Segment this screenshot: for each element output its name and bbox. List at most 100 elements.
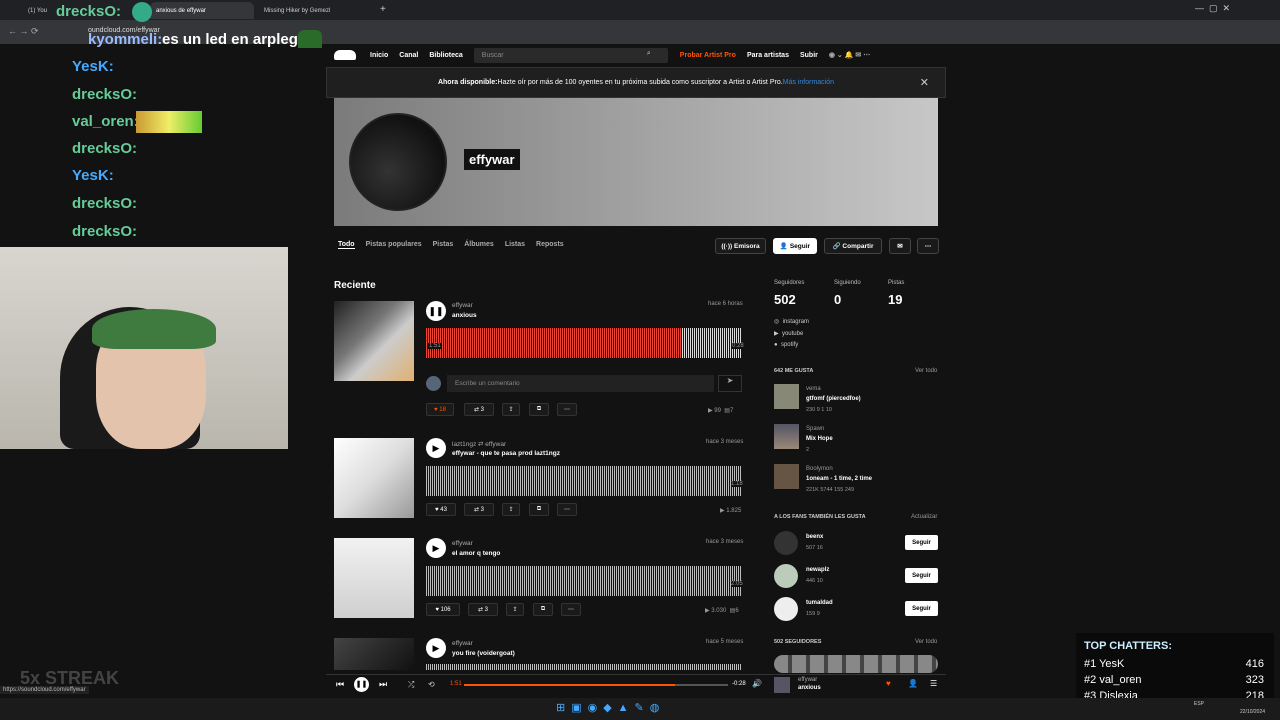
station-button[interactable]: ((·)) Emisora bbox=[715, 238, 766, 254]
waveform[interactable] bbox=[426, 466, 742, 496]
tab-playlists[interactable]: Listas bbox=[505, 241, 525, 249]
play-button[interactable]: ▶ bbox=[426, 438, 446, 458]
likes-see-all[interactable]: Ver todo bbox=[915, 368, 937, 374]
queue-icon[interactable]: ☰ bbox=[930, 679, 937, 688]
fan-user[interactable]: tumaldad bbox=[806, 600, 833, 606]
more-icon[interactable]: ⋯ bbox=[561, 603, 581, 616]
search-input[interactable]: Buscar ⌕ bbox=[473, 47, 668, 63]
taskbar-icons[interactable]: ⊞▣◉◆▲✎◍ bbox=[556, 701, 665, 714]
stat-tracks[interactable]: 19 bbox=[888, 292, 902, 307]
track-artwork[interactable] bbox=[334, 301, 414, 381]
track-artwork[interactable] bbox=[334, 438, 414, 518]
liked-title[interactable]: gtfomf (piercedfoe) bbox=[806, 396, 861, 402]
close-icon[interactable]: ✕ bbox=[920, 76, 929, 89]
lang-indicator[interactable]: ESP bbox=[1194, 701, 1204, 707]
player-artwork[interactable] bbox=[774, 677, 790, 693]
nav-library[interactable]: Biblioteca bbox=[429, 52, 462, 59]
follow-button[interactable]: Seguir bbox=[905, 568, 938, 583]
nav-feed[interactable]: Canal bbox=[399, 52, 418, 59]
volume-icon[interactable]: 🔊 bbox=[752, 679, 762, 688]
repost-button[interactable]: ⇄ 3 bbox=[468, 603, 498, 616]
pause-button[interactable]: ❚❚ bbox=[354, 677, 369, 692]
track-title[interactable]: el amor q tengo bbox=[452, 550, 500, 557]
waveform[interactable] bbox=[426, 328, 742, 358]
nav-icons[interactable]: ◉ ⌄ 🔔 ✉ ⋯ bbox=[829, 51, 870, 59]
more-icon[interactable]: ⋯ bbox=[557, 503, 577, 516]
follower-avatars[interactable] bbox=[774, 655, 938, 673]
avatar[interactable] bbox=[774, 564, 798, 588]
progress-track[interactable] bbox=[464, 684, 728, 686]
liked-user[interactable]: Spawn bbox=[806, 426, 824, 432]
copy-icon[interactable]: ⧉ bbox=[529, 403, 549, 416]
followers-see-all[interactable]: Ver todo bbox=[915, 639, 937, 645]
comment-input[interactable]: Escribe un comentario bbox=[447, 375, 714, 392]
like-button[interactable]: ♥ 18 bbox=[426, 403, 454, 416]
artists-link[interactable]: Para artistas bbox=[747, 52, 789, 59]
link-instagram[interactable]: ◎ instagram bbox=[774, 318, 809, 325]
liked-title[interactable]: 1oneam - 1 time, 2 time bbox=[806, 476, 872, 482]
copy-icon[interactable]: ⧉ bbox=[529, 503, 549, 516]
liked-user[interactable]: vema bbox=[806, 386, 821, 392]
follow-icon[interactable]: 👤 bbox=[908, 679, 918, 688]
track-user[interactable]: effywar bbox=[452, 302, 473, 309]
banner-link[interactable]: Más información bbox=[783, 79, 834, 86]
liked-artwork[interactable] bbox=[774, 464, 799, 489]
avatar[interactable] bbox=[349, 113, 447, 211]
waveform[interactable] bbox=[426, 566, 742, 596]
avatar[interactable] bbox=[774, 597, 798, 621]
shuffle-icon[interactable]: ⤮ bbox=[408, 680, 414, 690]
more-icon[interactable]: ⋯ bbox=[557, 403, 577, 416]
track-user[interactable]: lazt1ngz ⇄ effywar bbox=[452, 440, 506, 448]
liked-artwork[interactable] bbox=[774, 384, 799, 409]
stat-following[interactable]: 0 bbox=[834, 292, 841, 307]
new-tab-button[interactable]: + bbox=[380, 4, 386, 15]
prev-icon[interactable]: ⏮ bbox=[336, 679, 344, 690]
link-youtube[interactable]: ▶ youtube bbox=[774, 330, 803, 337]
link-spotify[interactable]: ● spotify bbox=[774, 342, 798, 348]
track-artwork[interactable] bbox=[334, 638, 414, 670]
like-icon[interactable]: ♥ bbox=[886, 679, 891, 688]
likes-header[interactable]: 642 ME GUSTA bbox=[774, 368, 813, 374]
copy-icon[interactable]: ⧉ bbox=[533, 603, 553, 616]
track-title[interactable]: effywar - que te pasa prod lazt1ngz bbox=[452, 450, 560, 457]
tab-all[interactable]: Todo bbox=[338, 241, 355, 249]
soundcloud-logo-icon[interactable] bbox=[334, 50, 356, 60]
share-icon[interactable]: ⇪ bbox=[506, 603, 524, 616]
track-title[interactable]: you fire (voidergoat) bbox=[452, 650, 515, 657]
repost-button[interactable]: ⇄ 3 bbox=[464, 503, 494, 516]
track-artwork[interactable] bbox=[334, 538, 414, 618]
like-button[interactable]: ♥ 106 bbox=[426, 603, 460, 616]
next-icon[interactable]: ⏭ bbox=[379, 679, 387, 690]
fans-refresh[interactable]: Actualizar bbox=[911, 514, 937, 520]
avatar[interactable] bbox=[774, 531, 798, 555]
player-title[interactable]: anxious bbox=[798, 685, 821, 691]
stat-followers[interactable]: 502 bbox=[774, 292, 796, 307]
repost-button[interactable]: ⇄ 3 bbox=[464, 403, 494, 416]
tab-albums[interactable]: Álbumes bbox=[464, 241, 494, 249]
tab-popular[interactable]: Pistas populares bbox=[366, 241, 422, 249]
share-button[interactable]: 🔗 Compartir bbox=[824, 238, 882, 254]
tab-tracks[interactable]: Pistas bbox=[433, 241, 454, 249]
nav-home[interactable]: Inicio bbox=[370, 52, 388, 59]
followers-header[interactable]: 502 SEGUIDORES bbox=[774, 639, 821, 645]
play-button[interactable]: ▶ bbox=[426, 638, 446, 658]
share-icon[interactable]: ⇪ bbox=[502, 403, 520, 416]
liked-title[interactable]: Mix Hope bbox=[806, 436, 833, 442]
track-title[interactable]: anxious bbox=[452, 312, 477, 319]
liked-artwork[interactable] bbox=[774, 424, 799, 449]
fan-user[interactable]: newaplz bbox=[806, 567, 829, 573]
share-icon[interactable]: ⇪ bbox=[502, 503, 520, 516]
more-button[interactable]: ⋯ bbox=[917, 238, 939, 254]
follow-button[interactable]: 👤 Seguir bbox=[773, 238, 817, 254]
search-icon[interactable]: ⌕ bbox=[647, 50, 651, 58]
fan-user[interactable]: beenx bbox=[806, 534, 823, 540]
upload-link[interactable]: Subir bbox=[800, 52, 818, 59]
repeat-icon[interactable]: ⟲ bbox=[428, 680, 435, 689]
clock-date[interactable]: 22/10/2024 bbox=[1240, 709, 1265, 715]
window-controls[interactable]: — ▢ ✕ bbox=[1195, 3, 1230, 14]
message-button[interactable]: ✉ bbox=[889, 238, 911, 254]
track-user[interactable]: effywar bbox=[452, 640, 473, 647]
like-button[interactable]: ♥ 43 bbox=[426, 503, 456, 516]
pro-link[interactable]: Probar Artist Pro bbox=[680, 52, 736, 59]
player-user[interactable]: effywar bbox=[798, 677, 817, 683]
